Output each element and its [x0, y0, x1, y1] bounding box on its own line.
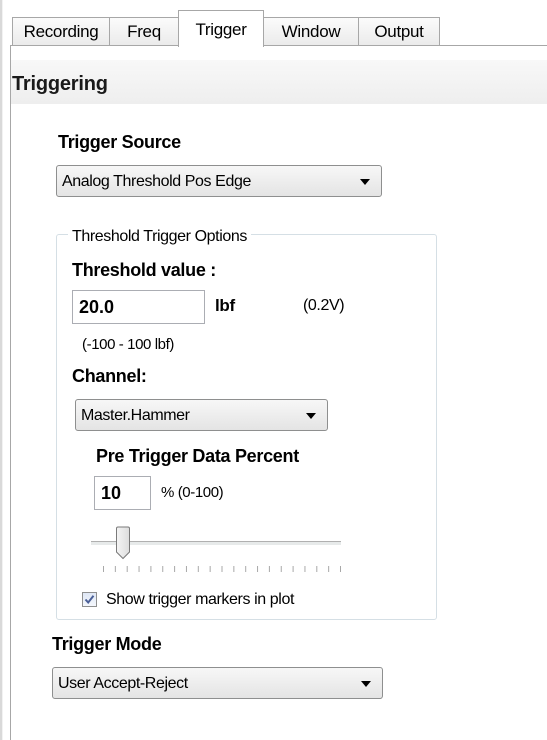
trigger-source-value: Analog Threshold Pos Edge: [62, 173, 251, 190]
pre-trigger-slider-thumb[interactable]: [115, 526, 131, 560]
tab-window[interactable]: Window: [263, 17, 359, 45]
tab-freq[interactable]: Freq: [109, 17, 179, 45]
trigger-source-label: Trigger Source: [58, 132, 181, 152]
channel-label: Channel:: [72, 366, 147, 386]
tab-recording[interactable]: Recording: [12, 17, 110, 45]
pre-trigger-label: Pre Trigger Data Percent: [96, 446, 299, 466]
trigger-mode-label: Trigger Mode: [52, 634, 162, 654]
chevron-down-icon: [361, 681, 371, 687]
trigger-source-dropdown[interactable]: Analog Threshold Pos Edge: [56, 165, 382, 197]
pre-trigger-range: % (0-100): [161, 484, 224, 501]
show-markers-checkbox[interactable]: [82, 592, 97, 607]
threshold-voltage: (0.2V): [303, 297, 345, 314]
threshold-range: (-100 - 100 lbf): [82, 336, 174, 353]
chevron-down-icon: [360, 179, 370, 185]
threshold-group-title: Threshold Trigger Options: [68, 228, 251, 246]
tab-trigger[interactable]: Trigger: [178, 10, 264, 47]
tab-strip: Recording Freq Trigger Window Output: [0, 0, 547, 47]
checkmark-icon: [84, 595, 95, 605]
trigger-mode-dropdown[interactable]: User Accept-Reject: [52, 667, 383, 699]
trigger-mode-value: User Accept-Reject: [58, 675, 188, 692]
section-title: Triggering: [12, 73, 108, 95]
channel-dropdown[interactable]: Master.Hammer: [75, 399, 328, 431]
tab-output[interactable]: Output: [358, 17, 440, 45]
slider-ticks: [103, 566, 341, 572]
threshold-unit: lbf: [215, 296, 235, 315]
threshold-value-label: Threshold value :: [72, 260, 216, 280]
chevron-down-icon: [306, 413, 316, 419]
channel-value: Master.Hammer: [81, 407, 190, 424]
show-markers-label: Show trigger markers in plot: [106, 591, 294, 608]
pre-trigger-percent-input[interactable]: 10: [94, 476, 151, 510]
threshold-value-input[interactable]: 20.0: [72, 290, 205, 324]
window-left-edge-highlight: [2, 0, 3, 740]
